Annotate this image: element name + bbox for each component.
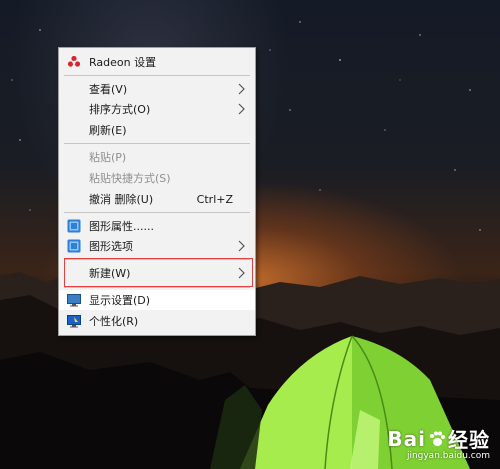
menu-item-label: 撤消 删除(U): [89, 193, 154, 206]
baidu-jingyan-watermark: Bai 经验 jingyan.baidu.com: [387, 424, 490, 462]
menu-separator: [64, 287, 250, 288]
chevron-right-icon: [238, 267, 245, 279]
menu-item-label: Radeon 设置: [89, 56, 157, 69]
intel-graphics-icon: [67, 239, 81, 253]
menu-item-label: 粘贴快捷方式(S): [89, 172, 171, 185]
watermark-brand-right: 经验: [448, 428, 490, 452]
menu-item-label: 图形属性......: [89, 220, 154, 233]
menu-item-refresh[interactable]: 刷新(E): [59, 120, 255, 140]
menu-item-graphics-options[interactable]: 图形选项: [59, 236, 255, 256]
menu-item-view[interactable]: 查看(V): [59, 79, 255, 99]
watermark-logo: Bai 经验: [387, 424, 490, 453]
menu-item-radeon-settings[interactable]: Radeon 设置: [59, 52, 255, 72]
desktop-context-menu: Radeon 设置 查看(V) 排序方式(O) 刷新(E) 粘贴(P) 粘贴快捷…: [58, 47, 256, 336]
chevron-right-icon: [238, 83, 245, 95]
menu-item-display-settings[interactable]: 显示设置(D): [59, 290, 255, 310]
menu-item-undo-delete[interactable]: 撤消 删除(U) Ctrl+Z: [59, 189, 255, 209]
shortcut-label: Ctrl+Z: [196, 192, 233, 206]
menu-item-personalize[interactable]: 个性化(R): [59, 311, 255, 331]
menu-item-label: 显示设置(D): [89, 294, 151, 307]
menu-separator: [64, 259, 250, 260]
intel-graphics-icon: [67, 219, 81, 233]
chevron-right-icon: [238, 240, 245, 252]
menu-item-label: 查看(V): [89, 83, 128, 96]
menu-item-paste[interactable]: 粘贴(P): [59, 147, 255, 167]
menu-separator: [64, 212, 250, 213]
menu-item-label: 个性化(R): [89, 315, 139, 328]
menu-item-label: 新建(W): [89, 267, 131, 280]
watermark-brand-left: Bai: [387, 426, 426, 451]
display-icon: [67, 294, 81, 307]
personalize-icon: [67, 315, 81, 328]
menu-item-sort-by[interactable]: 排序方式(O): [59, 99, 255, 119]
menu-separator: [64, 143, 250, 144]
radeon-logo-icon: [67, 55, 81, 67]
menu-item-new[interactable]: 新建(W): [59, 263, 255, 283]
menu-item-graphics-properties[interactable]: 图形属性......: [59, 216, 255, 236]
menu-item-label: 粘贴(P): [89, 151, 127, 164]
menu-separator: [64, 75, 250, 76]
menu-item-label: 排序方式(O): [89, 103, 151, 116]
baidu-paw-icon: [430, 431, 445, 446]
watermark-url: jingyan.baidu.com: [406, 451, 490, 461]
menu-item-label: 图形选项: [89, 240, 133, 253]
menu-item-label: 刷新(E): [89, 124, 127, 137]
menu-item-paste-shortcut[interactable]: 粘贴快捷方式(S): [59, 168, 255, 188]
chevron-right-icon: [238, 103, 245, 115]
